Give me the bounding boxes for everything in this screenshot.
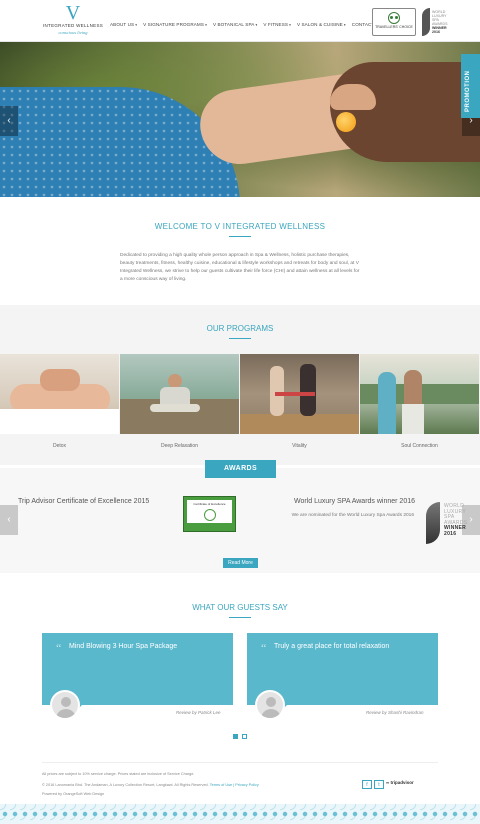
program-image-vitality[interactable] <box>240 354 359 434</box>
divider <box>229 338 251 339</box>
program-image-deep-relaxation[interactable] <box>120 354 239 434</box>
tripadvisor-label: tripadvisor <box>390 780 414 785</box>
nav-salon-cuisine[interactable]: V SALON & CUISINE <box>297 22 346 27</box>
footer-price-note: All prices are subject to 10% service ch… <box>42 772 195 776</box>
footer-powered-by[interactable]: Powered by OrangeSoft Web Design <box>42 792 104 796</box>
read-more-button[interactable]: Read More <box>223 558 258 568</box>
world-luxury-award-text: We are nominated for the World Luxury Sp… <box>291 513 414 518</box>
award-year: 2016 <box>432 30 440 34</box>
tripadvisor-owl-icon <box>388 12 400 24</box>
welcome-title: WELCOME TO V INTEGRATED WELLNESS <box>154 222 326 231</box>
divider <box>42 762 438 763</box>
program-label-deep-relaxation[interactable]: Deep Relaxation <box>120 443 239 449</box>
logo-letter: V <box>65 2 81 24</box>
hero-prev-arrow-icon[interactable]: ‹ <box>0 106 18 136</box>
program-label-detox[interactable]: Detox <box>0 443 119 449</box>
tripadvisor-logo[interactable]: ∞ tripadvisor <box>386 780 414 785</box>
award-year: 2016 <box>444 530 457 537</box>
guests-title: WHAT OUR GUESTS SAY <box>192 603 288 612</box>
logo-tagline: conscious living <box>58 30 88 35</box>
world-luxury-award-title: World Luxury SPA Awards winner 2016 <box>293 498 415 505</box>
footer-copyright: © 2016 Lanomania Bhd. The Andaman, A Lux… <box>42 783 259 787</box>
logo-name: INTEGRATED WELLNESS <box>42 23 104 28</box>
facebook-icon[interactable]: f <box>362 780 372 789</box>
footer-links[interactable]: Terms of Use | Privacy Policy <box>210 783 259 787</box>
quote-icon: “ <box>261 641 267 655</box>
divider <box>229 617 251 618</box>
decorative-pattern-footer <box>0 804 480 824</box>
nav-about-us[interactable]: ABOUT US <box>110 22 137 27</box>
program-label-vitality[interactable]: Vitality <box>240 443 359 449</box>
carousel-dot[interactable] <box>233 734 238 739</box>
world-luxury-spa-award-logo: WORLD LUXURY SPA AWARDS WINNER 2016 <box>426 502 467 544</box>
travellers-choice-label: TRAVELLERS' CHOICE <box>375 25 413 29</box>
nav-botanical-spa[interactable]: V BOTANICAL SPA <box>213 22 257 27</box>
quote-icon: “ <box>56 641 62 655</box>
carousel-dot[interactable] <box>242 734 247 739</box>
promotion-label: PROMOTION <box>465 70 471 113</box>
hero-slider: ‹ › <box>0 42 480 197</box>
tripadvisor-owl-icon <box>203 509 216 521</box>
nav-fitness[interactable]: V FITNESS <box>263 22 291 27</box>
welcome-text: Dedicated to providing a high quality wh… <box>120 253 360 282</box>
reviewer-avatar <box>255 690 285 720</box>
program-label-soul-connection[interactable]: Soul Connection <box>360 443 479 449</box>
award-leaf-icon <box>426 502 440 544</box>
site-header: V INTEGRATED WELLNESS conscious living A… <box>0 0 480 42</box>
hero-image-oil-ball <box>336 112 356 132</box>
programs-title: OUR PROGRAMS <box>206 324 274 333</box>
awards-prev-arrow-icon[interactable]: ‹ <box>0 505 18 535</box>
certificate-of-excellence-image: Certificate of Excellence <box>183 496 236 532</box>
review-author: Review by Patrick Lee <box>176 710 221 715</box>
site-logo[interactable]: V INTEGRATED WELLNESS conscious living <box>40 2 106 40</box>
reviewer-avatar <box>50 690 80 720</box>
review-author: Review by Shashi Ravindran <box>366 710 424 715</box>
tripadvisor-award-title: Trip Advisor Certificate of Excellence 2… <box>18 498 150 505</box>
promotion-tab[interactable]: PROMOTION <box>461 54 480 118</box>
main-nav: ABOUT US V SIGNATURE PROGRAMS V BOTANICA… <box>110 22 382 27</box>
twitter-icon[interactable]: t <box>374 780 384 789</box>
awards-title: AWARDS <box>205 460 276 478</box>
testimonial-title: Truly a great place for total relaxation <box>274 643 390 650</box>
program-image-detox[interactable] <box>0 354 119 434</box>
divider <box>229 236 251 237</box>
program-image-soul-connection[interactable] <box>360 354 479 434</box>
award-leaf-icon <box>422 8 430 36</box>
tripadvisor-travellers-choice-badge[interactable]: TRAVELLERS' CHOICE <box>372 8 416 36</box>
nav-signature-programs[interactable]: V SIGNATURE PROGRAMS <box>143 22 207 27</box>
testimonial-title: Mind Blowing 3 Hour Spa Package <box>69 643 178 650</box>
copyright-text: © 2016 Lanomania Bhd. The Andaman, A Lux… <box>42 783 209 787</box>
certificate-title: Certificate of Excellence <box>193 502 226 506</box>
world-luxury-spa-award-logo: WORLD LUXURY SPA AWARDS WINNER 2016 <box>420 8 460 38</box>
